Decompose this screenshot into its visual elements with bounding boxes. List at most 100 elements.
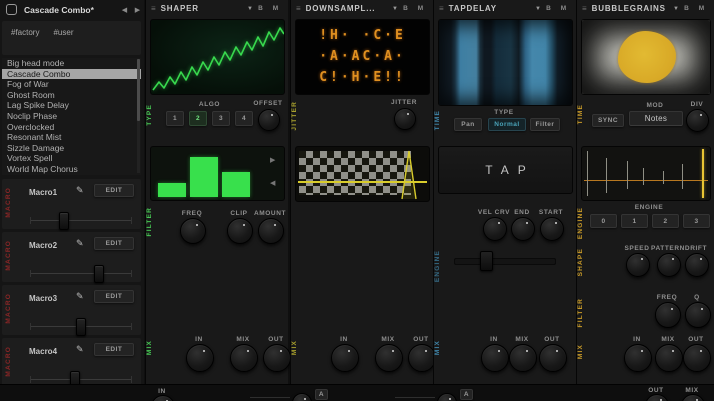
downsampler-wave-display[interactable] [295, 146, 430, 202]
out-knob[interactable] [539, 344, 567, 372]
start-knob[interactable] [540, 217, 564, 241]
grain-display[interactable] [581, 146, 711, 201]
preset-item[interactable]: World Map Chorus [2, 164, 141, 175]
edit-pencil-icon[interactable]: ✎ [76, 291, 84, 302]
preset-item[interactable]: Overclocked [2, 122, 141, 133]
bypass-button[interactable]: B [679, 5, 694, 12]
out-knob[interactable] [408, 344, 436, 372]
bypass-button[interactable]: B [253, 5, 268, 12]
preset-item[interactable]: Resonant Mist [2, 132, 141, 143]
speed-knob[interactable] [626, 253, 650, 277]
type-button-pan[interactable]: Pan [454, 118, 482, 131]
home-icon[interactable] [6, 4, 17, 15]
preset-scrollbar-thumb[interactable] [137, 59, 140, 121]
mute-button[interactable]: M [694, 5, 709, 12]
drag-handle-icon[interactable]: ≡ [151, 5, 156, 13]
q-knob[interactable] [685, 302, 711, 328]
vel-crv-knob[interactable] [483, 217, 507, 241]
macro-slider-handle[interactable] [94, 265, 104, 283]
assign-a-button[interactable]: A [460, 389, 473, 400]
div-knob[interactable] [686, 109, 709, 132]
tag-factory[interactable]: #factory [11, 28, 39, 48]
mute-button[interactable]: M [268, 5, 283, 12]
out-knob[interactable] [683, 344, 711, 372]
mix-knob[interactable] [230, 344, 258, 372]
preset-item[interactable]: Noclip Phase [2, 111, 141, 122]
preset-item[interactable]: Vortex Spell [2, 153, 141, 164]
engine-button-0[interactable]: 0 [590, 214, 617, 228]
global-in-knob[interactable] [151, 395, 175, 401]
edit-pencil-icon[interactable]: ✎ [76, 185, 84, 196]
mod-dropdown[interactable]: Notes [629, 111, 683, 126]
preset-item[interactable]: Sizzle Damage [2, 143, 141, 154]
in-knob[interactable] [186, 344, 214, 372]
mix-knob[interactable] [655, 344, 683, 372]
drag-handle-icon[interactable]: ≡ [296, 5, 301, 13]
algo-button-2[interactable]: 2 [189, 111, 207, 126]
type-button-filter[interactable]: Filter [530, 118, 560, 131]
edit-pencil-icon[interactable]: ✎ [76, 344, 84, 355]
edit-pencil-icon[interactable]: ✎ [76, 238, 84, 249]
amount-knob[interactable] [258, 218, 284, 244]
macro-slider[interactable] [30, 212, 132, 228]
freq-knob[interactable] [180, 218, 206, 244]
shaper-scope-display[interactable] [150, 19, 285, 95]
assign-a-button[interactable]: A [315, 389, 328, 400]
clip-knob[interactable] [227, 218, 253, 244]
tap-pad[interactable]: TAP [438, 146, 573, 194]
type-button-normal[interactable]: Normal [488, 118, 526, 131]
macro-slider-handle[interactable] [76, 318, 86, 336]
jitter-knob[interactable] [394, 108, 416, 130]
macro-edit-button[interactable]: EDIT [94, 290, 134, 303]
page-next-icon[interactable]: ▶ [270, 156, 275, 164]
bypass-button[interactable]: B [398, 5, 413, 12]
macro-name[interactable]: Macro4 [29, 347, 57, 356]
in-knob[interactable] [481, 344, 509, 372]
downsampler-glitch-display[interactable]: !H· ·C·E ·A·AC·A· C!·H·E!! [295, 19, 430, 95]
preset-item[interactable]: Lag Spike Delay [2, 100, 141, 111]
out-knob[interactable] [263, 344, 291, 372]
macro-slider[interactable] [30, 318, 132, 334]
mix-knob[interactable] [375, 344, 403, 372]
macro-slider-handle[interactable] [59, 212, 69, 230]
bypass-button[interactable]: B [541, 5, 556, 12]
macro-name[interactable]: Macro2 [29, 241, 57, 250]
tapdelay-texture-display[interactable] [438, 19, 573, 106]
sync-button[interactable]: SYNC [592, 114, 624, 127]
in-knob[interactable] [624, 344, 652, 372]
mute-button[interactable]: M [413, 5, 428, 12]
offset-knob[interactable] [258, 109, 280, 131]
macro-name[interactable]: Macro1 [29, 188, 57, 197]
mini-slider-track[interactable] [250, 397, 290, 398]
end-knob[interactable] [511, 217, 535, 241]
macro-edit-button[interactable]: EDIT [94, 237, 134, 250]
pattern-knob[interactable] [657, 253, 681, 277]
engine-button-2[interactable]: 2 [652, 214, 679, 228]
in-knob[interactable] [331, 344, 359, 372]
algo-button-4[interactable]: 4 [235, 111, 253, 126]
engine-button-1[interactable]: 1 [621, 214, 648, 228]
preset-item[interactable]: Big head mode [2, 58, 141, 69]
algo-button-3[interactable]: 3 [212, 111, 230, 126]
shaper-bars-display[interactable]: ▶ ◀ [150, 146, 285, 201]
macro-name[interactable]: Macro3 [29, 294, 57, 303]
preset-item-selected[interactable]: Cascade Combo [2, 69, 141, 80]
algo-button-1[interactable]: 1 [166, 111, 184, 126]
preset-item[interactable]: Ghost Room [2, 90, 141, 101]
mini-slider-track[interactable] [395, 397, 435, 398]
prev-preset-icon[interactable]: ◀ [118, 6, 131, 14]
feedback-slider-handle[interactable] [480, 251, 493, 271]
next-preset-icon[interactable]: ▶ [131, 6, 144, 14]
macro-edit-button[interactable]: EDIT [94, 343, 134, 356]
drift-knob[interactable] [685, 253, 709, 277]
tag-user[interactable]: #user [53, 28, 73, 48]
feedback-slider-track[interactable] [454, 258, 556, 265]
drag-handle-icon[interactable]: ≡ [439, 5, 444, 13]
page-prev-icon[interactable]: ◀ [270, 179, 275, 187]
macro-slider[interactable] [30, 265, 132, 281]
mix-knob[interactable] [509, 344, 537, 372]
macro-edit-button[interactable]: EDIT [94, 184, 134, 197]
mute-button[interactable]: M [556, 5, 571, 12]
preset-item[interactable]: Fog of War [2, 79, 141, 90]
engine-button-3[interactable]: 3 [683, 214, 710, 228]
